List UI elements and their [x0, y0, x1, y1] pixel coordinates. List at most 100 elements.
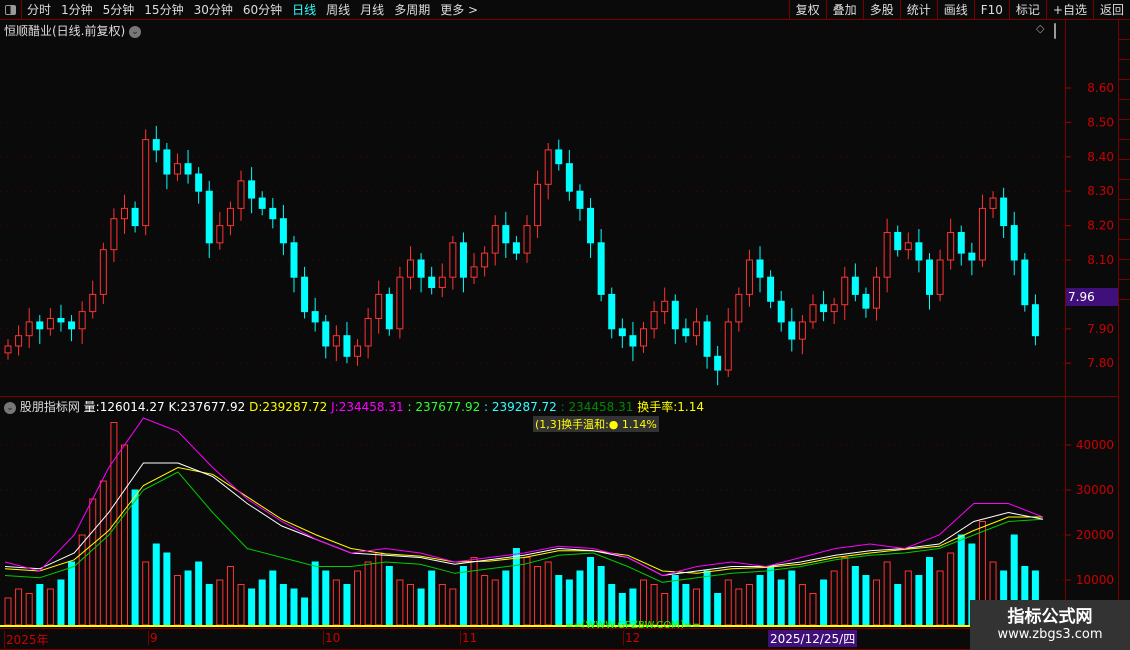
candle: [364, 317, 372, 347]
volume-bar: [152, 543, 160, 626]
pane-separator[interactable]: [0, 396, 1118, 397]
volume-bar: [163, 552, 171, 626]
side-tab[interactable]: [1119, 160, 1130, 180]
volume-bar: [565, 579, 573, 626]
candle: [714, 355, 722, 371]
candle: [173, 163, 181, 175]
side-tab[interactable]: [1119, 260, 1130, 280]
candle: [830, 304, 838, 313]
side-tab[interactable]: [1119, 200, 1130, 220]
volume-bar: [428, 570, 436, 626]
line4-value: : 237677.92: [407, 400, 481, 414]
candle: [385, 293, 393, 330]
candle: [565, 163, 573, 192]
candle: [4, 345, 12, 354]
volume-bar: [650, 584, 658, 626]
kline-chart[interactable]: 8.60 8.50 8.40 8.30 8.20 8.10 7.90 7.80 40000 300…: [0, 0, 1130, 650]
volume-bar: [788, 570, 796, 626]
candle: [46, 317, 54, 330]
volume-bar: [354, 570, 362, 626]
candle: [332, 335, 340, 347]
candle: [343, 335, 351, 357]
candle: [78, 311, 86, 330]
candle: [184, 163, 192, 175]
candle: [650, 311, 658, 330]
vol-value: 126014.27: [99, 400, 165, 414]
volume-bar: [131, 489, 139, 626]
volume-bar: [534, 566, 542, 626]
candle: [406, 259, 414, 278]
candle: [809, 304, 817, 323]
volume-bar: [597, 566, 605, 626]
side-tab[interactable]: [1119, 220, 1130, 240]
indicator-legend: ⌄ 股朋指标网 量:126014.27 K:237677.92 D:239287…: [4, 398, 704, 415]
volume-bar: [714, 593, 722, 626]
volume-bar: [375, 552, 383, 626]
candle: [1031, 304, 1039, 337]
candle: [99, 249, 107, 295]
candle: [618, 328, 626, 337]
side-tab[interactable]: [1119, 180, 1130, 200]
candle: [915, 242, 923, 261]
candle: [322, 321, 330, 347]
volume-bar: [576, 570, 584, 626]
candle: [777, 300, 785, 323]
candle: [89, 293, 97, 313]
chevron-down-icon[interactable]: ⌄: [4, 401, 16, 414]
volume-bar: [195, 561, 203, 626]
volume-bar: [640, 579, 648, 626]
volume-bar: [301, 597, 309, 626]
right-side-tabs[interactable]: [1118, 20, 1130, 620]
candle: [597, 242, 605, 295]
side-tab[interactable]: [1119, 280, 1130, 300]
volume-bar: [332, 579, 340, 626]
time-axis[interactable]: 2025年 9 10 11 12 2025/12/25/四: [0, 628, 970, 650]
volume-bar: [237, 584, 245, 626]
candle: [957, 231, 965, 254]
indicator-name[interactable]: 股朋指标网: [20, 400, 80, 414]
candle: [15, 335, 23, 347]
side-tab[interactable]: [1119, 80, 1130, 100]
volume-tick-label: 20000: [1076, 528, 1114, 542]
volume-bar: [745, 584, 753, 626]
volume-bar: [735, 588, 743, 626]
y-tick-label: 7.90: [1087, 322, 1114, 336]
side-tab[interactable]: [1119, 20, 1130, 40]
volume-bar: [555, 575, 563, 626]
side-tab[interactable]: [1119, 140, 1130, 160]
candle: [25, 321, 33, 337]
volume-bar: [258, 579, 266, 626]
candle: [396, 276, 404, 330]
candle: [798, 321, 806, 340]
candle: [724, 321, 732, 371]
side-tab[interactable]: [1119, 100, 1130, 120]
current-price-tag: 7.96: [1066, 288, 1118, 306]
volume-bar: [682, 584, 690, 626]
candle: [989, 197, 997, 209]
volume-bar: [883, 561, 891, 626]
side-tab[interactable]: [1119, 60, 1130, 80]
side-tab[interactable]: [1119, 240, 1130, 260]
volume-bar: [608, 584, 616, 626]
candle: [523, 225, 531, 254]
volume-bar: [491, 579, 499, 626]
side-tab[interactable]: [1119, 120, 1130, 140]
time-label: 2025年: [4, 631, 49, 648]
volume-bar: [322, 570, 330, 626]
volume-bar: [99, 480, 107, 626]
candle: [481, 252, 489, 268]
line5-value: : 239287.72: [484, 400, 557, 414]
candle: [205, 190, 213, 244]
candle: [936, 259, 944, 295]
candle: [311, 311, 319, 323]
candle: [290, 242, 298, 278]
candle: [671, 300, 679, 330]
volume-bar: [279, 584, 287, 626]
volume-bar: [767, 566, 775, 626]
candle: [703, 321, 711, 357]
k-value: 237677.92: [180, 400, 246, 414]
volume-bar: [894, 584, 902, 626]
candle: [417, 259, 425, 278]
side-tab[interactable]: [1119, 40, 1130, 60]
candle: [682, 328, 690, 337]
